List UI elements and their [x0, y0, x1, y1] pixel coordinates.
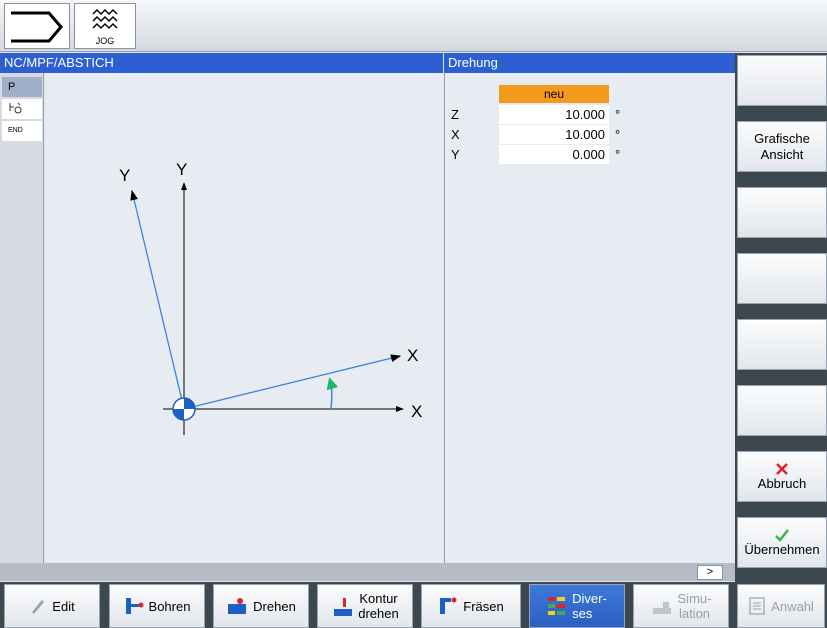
kontur-drehen-button[interactable]: Kontur drehen	[317, 584, 413, 628]
param-y-input[interactable]: 0.000	[499, 145, 609, 164]
parameter-panel: neu Z 10.000 ° X 10.000 ° Y 0.000 °	[444, 73, 735, 563]
accept-check-icon	[775, 528, 789, 542]
diverses-label-2: ses	[572, 606, 593, 621]
drehen-label: Drehen	[253, 598, 296, 614]
anwahl-button[interactable]: Anwahl	[737, 584, 825, 628]
program-path: NC/MPF/ABSTICH	[0, 53, 443, 73]
softkey-v1[interactable]	[737, 55, 827, 106]
turning-icon	[228, 598, 247, 614]
rotation-graphic: Y Y X X	[45, 73, 443, 563]
fraesen-label: Fräsen	[463, 598, 504, 614]
softkey-v3[interactable]	[737, 187, 827, 238]
softkey-v5[interactable]	[737, 319, 827, 370]
softkey-v6[interactable]	[737, 385, 827, 436]
end-block[interactable]: END	[2, 121, 42, 141]
param-z-input[interactable]: 10.000	[499, 105, 609, 124]
vertical-softkey-bar: Grafische Ansicht Abbruch Übernehmen	[735, 53, 827, 583]
y-axis-rotated-label: Y	[119, 166, 130, 185]
param-y-unit: °	[615, 147, 621, 162]
kontur-label-2: drehen	[358, 606, 399, 621]
drehen-button[interactable]: Drehen	[213, 584, 309, 628]
simulation-label-2: lation	[678, 606, 711, 621]
more-button[interactable]: >	[697, 565, 723, 580]
rotation-angle-arrow	[326, 377, 339, 410]
jog-mode-tile[interactable]: JOG	[74, 3, 136, 49]
x-axis-rotated	[183, 354, 402, 410]
program-header-block[interactable]: P	[2, 77, 42, 97]
origin-icon	[172, 397, 196, 421]
x-axis-rotated-label: X	[407, 346, 418, 365]
milling-icon	[440, 597, 457, 614]
bohren-button[interactable]: Bohren	[109, 584, 205, 628]
machine-arrow-icon	[11, 11, 63, 43]
diverses-label-1: Diver-	[572, 591, 607, 606]
x-axis-original-label: X	[411, 402, 422, 421]
dialog-title: Drehung	[444, 53, 735, 73]
uebernehmen-button[interactable]: Übernehmen	[737, 517, 827, 568]
cancel-x-icon	[776, 462, 788, 475]
y-axis-original-label: Y	[176, 160, 187, 179]
parameter-mode-field[interactable]: neu	[499, 85, 609, 103]
grafische-ansicht-button[interactable]: Grafische Ansicht	[737, 121, 827, 172]
jog-wave-icon	[92, 8, 118, 30]
softkey-v4[interactable]	[737, 253, 827, 304]
anwahl-label: Anwahl	[771, 598, 814, 614]
program-block-strip: P END	[0, 73, 44, 563]
param-z-unit: °	[615, 107, 621, 122]
horizontal-softkey-bar: Edit Bohren Drehen Kontur drehen Fräsen …	[0, 582, 827, 628]
top-bar: JOG	[0, 0, 827, 52]
y-axis-rotated	[130, 189, 185, 410]
bohren-label: Bohren	[148, 598, 191, 614]
param-y-label: Y	[451, 147, 460, 162]
kontur-label-1: Kontur	[359, 591, 398, 606]
fraesen-button[interactable]: Fräsen	[421, 584, 521, 628]
pencil-icon	[32, 600, 45, 614]
status-line	[0, 563, 735, 581]
drill-icon	[125, 598, 144, 614]
uebernehmen-label: Übernehmen	[744, 541, 820, 557]
simulation-icon	[652, 602, 671, 614]
grafische-ansicht-line1: Grafische	[754, 130, 810, 146]
param-x-input[interactable]: 10.000	[499, 125, 609, 144]
simulation-button[interactable]: Simu- lation	[633, 584, 729, 628]
grafische-ansicht-line2: Ansicht	[760, 146, 804, 162]
param-x-unit: °	[615, 127, 621, 142]
nc-file-icon	[749, 597, 765, 615]
misc-icon	[548, 597, 566, 615]
mode-label: JOG	[95, 36, 115, 46]
abbruch-button[interactable]: Abbruch	[737, 451, 827, 502]
rotation-block[interactable]	[2, 99, 42, 119]
param-x-label: X	[451, 127, 460, 142]
machine-area-tile[interactable]	[4, 3, 70, 49]
coordinate-rotation-diagram: Y Y X X	[119, 160, 422, 435]
edit-label: Edit	[52, 598, 75, 614]
edit-button[interactable]: Edit	[4, 584, 100, 628]
rotation-block-icon	[9, 102, 22, 114]
abbruch-label: Abbruch	[757, 475, 807, 491]
diverses-button[interactable]: Diver- ses	[529, 584, 625, 628]
contour-turning-icon	[334, 598, 353, 616]
simulation-label-1: Simu-	[677, 591, 712, 606]
param-z-label: Z	[451, 107, 459, 122]
